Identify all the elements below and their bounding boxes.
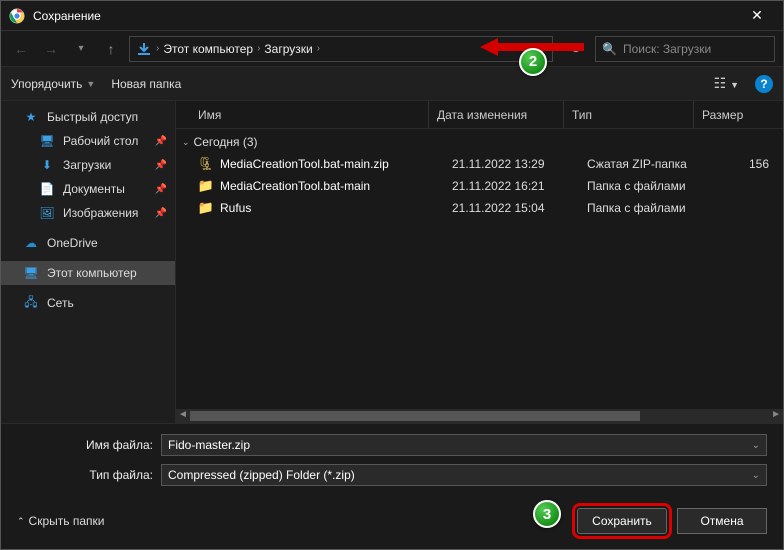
chevron-down-icon[interactable]: ⌄ [752, 470, 760, 481]
scroll-right-icon[interactable]: ► [771, 409, 781, 420]
sidebar: ★Быстрый доступ 🖥Рабочий стол📌 ⬇Загрузки… [1, 101, 176, 423]
horizontal-scrollbar[interactable]: ◄ ► [176, 409, 783, 423]
filetype-label: Тип файла: [11, 468, 161, 482]
search-placeholder: Поиск: Загрузки [623, 42, 711, 56]
view-options-button[interactable]: ☷ ▼ [714, 75, 739, 92]
scrollbar-thumb[interactable] [190, 411, 640, 421]
breadcrumb-downloads[interactable]: Загрузки [264, 42, 312, 56]
desktop-icon: 🖥 [39, 133, 55, 149]
back-button[interactable]: ← [9, 37, 33, 61]
toolbar: Упорядочить ▼ Новая папка ☷ ▼ ? [1, 67, 783, 101]
navbar: ← → ▾ ↑ › Этот компьютер › Загрузки › ⌄ … [1, 31, 783, 67]
help-button[interactable]: ? [755, 75, 773, 93]
chevron-down-icon[interactable]: ⌄ [752, 440, 760, 451]
onedrive-icon: ☁ [23, 235, 39, 251]
pictures-icon: 🖼 [39, 205, 55, 221]
file-date: 21.11.2022 15:04 [444, 201, 579, 215]
newfolder-button[interactable]: Новая папка [111, 77, 181, 91]
sidebar-downloads[interactable]: ⬇Загрузки📌 [1, 153, 175, 177]
chevron-right-icon: › [156, 43, 159, 54]
pc-icon: 🖥 [23, 265, 39, 281]
pin-icon: 📌 [155, 136, 167, 147]
save-button[interactable]: Сохранить [577, 508, 667, 534]
sidebar-documents[interactable]: 📄Документы📌 [1, 177, 175, 201]
file-type: Сжатая ZIP-папка [579, 157, 709, 171]
dialog-actions: ⌃ Скрыть папки 3 Сохранить Отмена [1, 504, 783, 544]
sidebar-network[interactable]: 🖧Сеть [1, 291, 175, 315]
chevron-right-icon: › [317, 43, 320, 54]
annotation-badge-3: 3 [533, 500, 561, 528]
documents-icon: 📄 [39, 181, 55, 197]
col-size[interactable]: Размер [693, 101, 783, 128]
main-area: ★Быстрый доступ 🖥Рабочий стол📌 ⬇Загрузки… [1, 101, 783, 423]
sidebar-quickaccess[interactable]: ★Быстрый доступ [1, 105, 175, 129]
folder-icon: 📁 [198, 200, 214, 216]
pin-icon: 📌 [155, 160, 167, 171]
network-icon: 🖧 [23, 295, 39, 311]
file-date: 21.11.2022 16:21 [444, 179, 579, 193]
pin-icon: 📌 [155, 184, 167, 195]
pin-icon: 📌 [155, 208, 167, 219]
file-date: 21.11.2022 13:29 [444, 157, 579, 171]
file-pane: Имя Дата изменения Тип Размер ⌄ Сегодня … [176, 101, 783, 423]
up-button[interactable]: ↑ [99, 37, 123, 61]
filename-input[interactable]: Fido-master.zip⌄ [161, 434, 767, 456]
folder-icon: 📁 [198, 178, 214, 194]
filename-label: Имя файла: [11, 438, 161, 452]
search-icon: 🔍 [602, 42, 617, 56]
titlebar: Сохранение ✕ [1, 1, 783, 31]
sidebar-desktop[interactable]: 🖥Рабочий стол📌 [1, 129, 175, 153]
breadcrumb-pc[interactable]: Этот компьютер [163, 42, 253, 56]
file-size: 156 [709, 157, 783, 171]
file-row[interactable]: 📁 Rufus 21.11.2022 15:04 Папка с файлами [176, 197, 783, 219]
chevron-down-icon: ⌄ [182, 137, 190, 148]
annotation-badge-2: 2 [519, 48, 547, 76]
sidebar-pictures[interactable]: 🖼Изображения📌 [1, 201, 175, 225]
window-title: Сохранение [33, 9, 739, 23]
sidebar-onedrive[interactable]: ☁OneDrive [1, 231, 175, 255]
filetype-select[interactable]: Compressed (zipped) Folder (*.zip)⌄ [161, 464, 767, 486]
cancel-button[interactable]: Отмена [677, 508, 767, 534]
file-row[interactable]: 🗜 MediaCreationTool.bat-main.zip 21.11.2… [176, 153, 783, 175]
sidebar-thispc[interactable]: 🖥Этот компьютер [1, 261, 175, 285]
group-header[interactable]: ⌄ Сегодня (3) [176, 129, 783, 153]
file-row[interactable]: 📁 MediaCreationTool.bat-main 21.11.2022 … [176, 175, 783, 197]
save-form: Имя файла: Fido-master.zip⌄ Тип файла: C… [1, 423, 783, 504]
star-icon: ★ [23, 109, 39, 125]
recent-dropdown[interactable]: ▾ [69, 37, 93, 61]
col-type[interactable]: Тип [563, 101, 693, 128]
chevron-up-icon: ⌃ [17, 516, 25, 527]
downloads-icon: ⬇ [39, 157, 55, 173]
hide-folders-button[interactable]: ⌃ Скрыть папки [17, 514, 104, 528]
organize-button[interactable]: Упорядочить ▼ [11, 77, 95, 91]
file-name: MediaCreationTool.bat-main.zip [220, 157, 444, 171]
col-name[interactable]: Имя [198, 108, 428, 122]
app-icon [9, 8, 25, 24]
column-headers[interactable]: Имя Дата изменения Тип Размер [176, 101, 783, 129]
downloads-icon [136, 41, 152, 57]
chevron-right-icon: › [257, 43, 260, 54]
zip-icon: 🗜 [198, 156, 214, 172]
file-type: Папка с файлами [579, 179, 709, 193]
file-type: Папка с файлами [579, 201, 709, 215]
file-name: MediaCreationTool.bat-main [220, 179, 444, 193]
file-name: Rufus [220, 201, 444, 215]
search-input[interactable]: 🔍 Поиск: Загрузки [595, 36, 775, 62]
close-button[interactable]: ✕ [739, 7, 775, 24]
scroll-left-icon[interactable]: ◄ [178, 409, 188, 420]
forward-button[interactable]: → [39, 37, 63, 61]
breadcrumb[interactable]: › Этот компьютер › Загрузки › ⌄ [129, 36, 553, 62]
col-date[interactable]: Дата изменения [428, 101, 563, 128]
